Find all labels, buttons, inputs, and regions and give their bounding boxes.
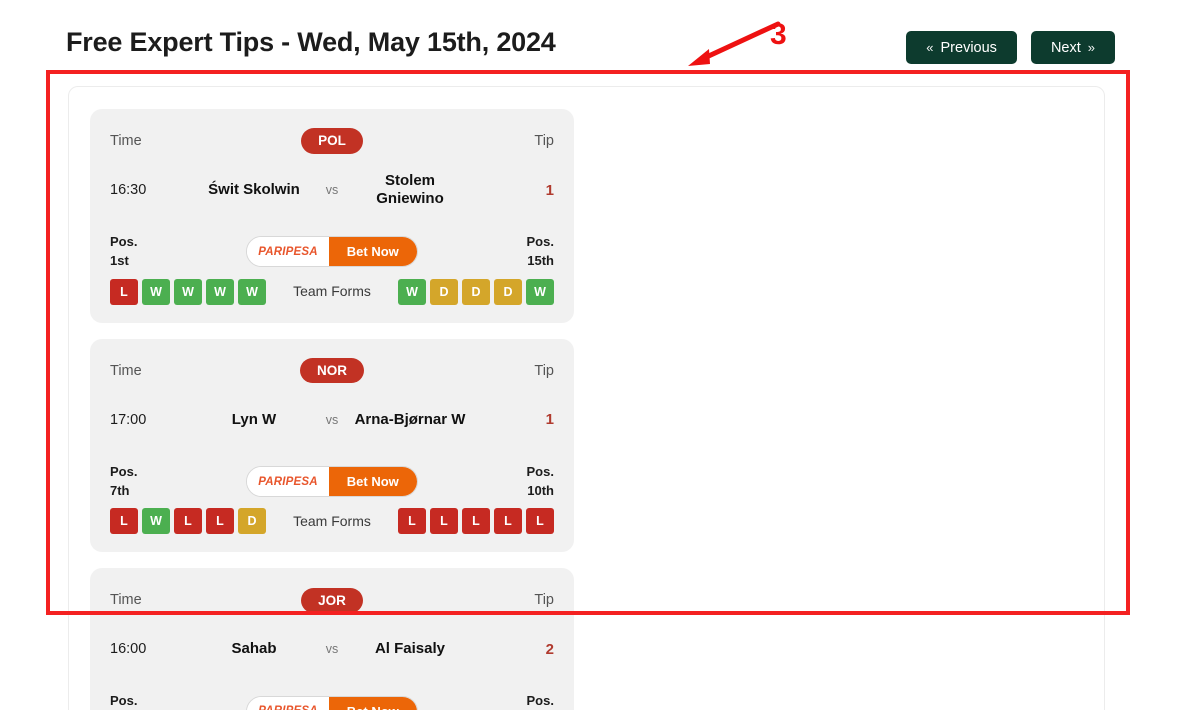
away-team-name[interactable]: Al Faisaly: [351, 640, 469, 658]
previous-label: Previous: [940, 39, 997, 56]
form-chip-away-3: L: [494, 508, 522, 535]
home-position: Pos.9th: [110, 693, 138, 709]
home-team-form: LWWWW: [110, 278, 266, 305]
home-team-name[interactable]: Świt Skolwin: [195, 181, 313, 199]
tips-panel: Time POL Tip 16:30 Świt Skolwin vs Stolem Gnie…: [68, 86, 1105, 710]
next-label: Next: [1050, 39, 1081, 56]
away-position: Pos. 15th: [526, 234, 554, 268]
time-column-label: Time: [110, 592, 142, 609]
team-forms-label: Team Forms: [293, 512, 371, 529]
bet-now-button[interactable]: PARIPESABet Now: [246, 466, 418, 498]
match-cards-grid: Time POL Tip 16:30 Świt Skolwin vs Stolem Gnie…: [90, 109, 1083, 710]
league-badge[interactable]: NOR: [300, 357, 364, 384]
card-header-row: Time JOR Tip: [110, 586, 554, 614]
tip-column-label: Tip: [534, 362, 554, 379]
previous-button[interactable]: « Previous: [906, 31, 1017, 64]
bet-now-label: Bet Now: [328, 696, 417, 710]
chevron-left-icon: «: [926, 40, 934, 55]
tip-column-label: Tip: [534, 133, 554, 149]
form-chip-home-3: W: [206, 278, 234, 305]
form-chip-away-2: L: [462, 508, 490, 535]
bet-now-button[interactable]: PARIPESABet Now: [246, 695, 418, 710]
away-team-form: LLLLL: [398, 508, 554, 535]
form-chip-home-2: W: [174, 278, 202, 305]
bet-now-label: Bet Now: [328, 237, 417, 267]
home-team-name[interactable]: Sahab: [195, 640, 313, 658]
away-position: Pos.2nd: [526, 693, 554, 709]
time-column-label: Time: [110, 362, 142, 379]
tip-value: 2: [545, 640, 554, 658]
tip-column-label: Tip: [534, 592, 554, 609]
form-chip-away-1: L: [430, 508, 458, 535]
bet-now-label: Bet Now: [328, 467, 417, 497]
paripesa-logo: PARIPESA: [247, 237, 329, 267]
form-chip-away-0: L: [398, 508, 426, 535]
forms-row: L W W W W Team Forms W D D D W: [110, 278, 554, 305]
match-time: 16:00: [110, 641, 147, 658]
form-chip-away-4: W: [526, 278, 554, 305]
form-chip-home-0: L: [110, 508, 138, 535]
card-header-row: Time POL Tip: [110, 127, 554, 155]
teams-container: Sahab vs Al Faisaly: [194, 640, 470, 658]
vs-label: vs: [325, 183, 339, 197]
away-team-name[interactable]: Arna-Bjørnar W: [351, 411, 469, 429]
league-badge[interactable]: JOR: [301, 587, 363, 614]
form-chip-away-2: D: [462, 278, 490, 305]
match-time: 17:00: [110, 411, 147, 428]
match-card[interactable]: Time NOR Tip 17:00 Lyn W vs Arna-Bjørnar W 1 Pos…: [90, 338, 574, 553]
tip-value: 1: [545, 181, 554, 199]
tips-page: Free Expert Tips - Wed, May 15th, 2024 «…: [0, 0, 1200, 710]
date-navigation: « Previous Next »: [906, 31, 1115, 64]
away-position: Pos. 10th: [526, 463, 554, 498]
team-forms-label: Team Forms: [293, 283, 371, 300]
form-chip-home-1: W: [142, 278, 170, 305]
form-chip-away-4: L: [526, 508, 554, 535]
paripesa-logo: PARIPESA: [247, 467, 329, 497]
away-team-name[interactable]: Stolem Gniewino: [351, 172, 469, 209]
form-chip-home-3: L: [206, 508, 234, 535]
home-position: Pos. 7th: [110, 463, 138, 498]
home-team-name[interactable]: Lyn W: [195, 411, 313, 429]
home-position: Pos. 1st: [110, 234, 138, 268]
form-chip-home-4: W: [238, 278, 266, 305]
paripesa-logo: PARIPESA: [247, 696, 329, 710]
tip-value: 1: [545, 411, 554, 429]
position-row: Pos.9th PARIPESABet Now Pos.2nd: [110, 692, 554, 710]
vs-label: vs: [325, 642, 339, 657]
bet-now-button[interactable]: PARIPESABet Now: [246, 236, 418, 268]
form-chip-home-2: L: [174, 508, 202, 535]
chevron-right-icon: »: [1087, 40, 1095, 55]
form-chip-home-4: D: [238, 508, 266, 535]
match-row: 16:00 Sahab vs Al Faisaly 2: [110, 628, 554, 670]
teams-container: Świt Skolwin vs Stolem Gniewino: [194, 172, 470, 209]
match-time: 16:30: [110, 182, 147, 198]
position-row: Pos. 7th PARIPESA Bet Now Pos. 10th: [110, 463, 554, 501]
position-row: Pos. 1st PARIPESA Bet Now Pos. 15th: [110, 233, 554, 271]
page-title: Free Expert Tips - Wed, May 15th, 2024: [66, 27, 556, 57]
form-chip-home-0: L: [110, 278, 138, 305]
form-chip-away-1: D: [430, 278, 458, 305]
form-chip-away-3: D: [494, 278, 522, 305]
form-chip-away-0: W: [398, 278, 426, 305]
time-column-label: Time: [110, 133, 142, 149]
forms-row: L W L L D Team Forms L L L L L: [110, 508, 554, 535]
league-badge[interactable]: POL: [301, 128, 363, 154]
card-header-row: Time NOR Tip: [110, 357, 554, 385]
teams-container: Lyn W vs Arna-Bjørnar W: [194, 411, 470, 429]
page-header: Free Expert Tips - Wed, May 15th, 2024 «…: [0, 0, 1200, 72]
away-team-form: WDDDW: [398, 278, 554, 305]
match-row: 16:30 Świt Skolwin vs Stolem Gniewino 1: [110, 169, 554, 211]
match-card[interactable]: Time JOR Tip 16:00 Sahabvs Al Faisaly 2 Pos.9th…: [90, 568, 574, 710]
next-button[interactable]: Next »: [1030, 31, 1115, 64]
home-team-form: LWLLD: [110, 508, 266, 535]
match-card[interactable]: Time POL Tip 16:30 Świt Skolwin vs Stolem Gnie…: [90, 109, 574, 323]
annotation-number: 3: [770, 18, 787, 51]
match-row: 17:00 Lyn W vs Arna-Bjørnar W 1: [110, 399, 554, 441]
vs-label: vs: [325, 412, 339, 427]
form-chip-home-1: W: [142, 508, 170, 535]
